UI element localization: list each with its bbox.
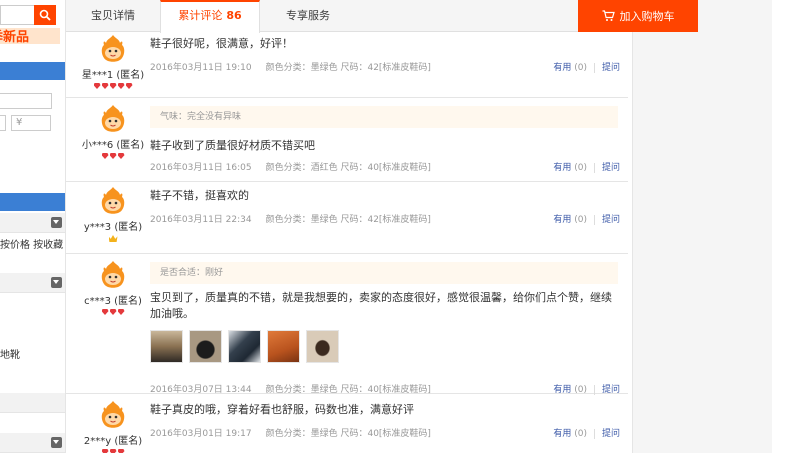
review-item: c***3 (匿名) 是否合适：刚好 宝贝到了，质量真的不错，就是我想要的，卖家…	[66, 254, 628, 395]
price-filter-input[interactable]	[0, 93, 52, 109]
review-date: 2016年03月11日 19:10	[150, 63, 252, 73]
username: y***3 (匿名)	[83, 222, 143, 233]
ask-button[interactable]: 提问	[602, 163, 620, 173]
review-actions: 有用 (0) 提问	[553, 60, 620, 73]
username: c***3 (匿名)	[84, 296, 142, 307]
review-photo[interactable]	[150, 330, 183, 363]
tab-services[interactable]: 专享服务	[260, 0, 356, 32]
cart-icon	[602, 10, 615, 21]
review-user: y***3 (匿名)	[66, 186, 160, 242]
review-content: 宝贝到了，质量真的不错，就是我想要的，卖家的态度很好，感觉很温馨，给你们点个赞，…	[150, 291, 612, 320]
avatar	[98, 400, 128, 430]
tab-item-details[interactable]: 宝贝详情	[66, 0, 160, 32]
review-date: 2016年03月11日 16:05	[150, 163, 252, 173]
review-user: 小***6 (匿名)	[66, 104, 160, 159]
review-content: 鞋子不错，挺喜欢的	[150, 189, 249, 202]
sidebar-section-header	[0, 62, 65, 80]
review-meta: 2016年03月01日 19:17 颜色分类：墨绿色 尺码：40[标准皮鞋码]	[150, 426, 431, 439]
category-link[interactable]: 地靴	[0, 346, 20, 361]
sidebar-dropdown-row[interactable]	[0, 433, 65, 453]
search-input[interactable]	[0, 5, 34, 25]
review-content: 鞋子很好呢，很满意，好评！	[150, 37, 293, 50]
dropdown-icon	[51, 217, 62, 228]
review-actions: 有用 (0) 提问	[553, 426, 620, 439]
review-meta: 2016年03月11日 19:10 颜色分类：墨绿色 尺码：42[标准皮鞋码]	[150, 60, 431, 73]
review-content: 鞋子真皮的哦，穿着好看也舒服，码数也准，满意好评	[150, 403, 414, 416]
user-level-badge	[66, 309, 160, 315]
search-icon	[39, 9, 51, 21]
dropdown-icon	[51, 277, 62, 288]
review-sku: 颜色分类：墨绿色 尺码：42[标准皮鞋码]	[265, 63, 431, 73]
review-meta: 2016年03月11日 22:34 颜色分类：墨绿色 尺码：42[标准皮鞋码]	[150, 212, 431, 225]
useful-button[interactable]: 有用 (0)	[553, 215, 587, 225]
sidebar-dropdown-row[interactable]	[0, 273, 65, 293]
review-item: 2***y (匿名) 鞋子真皮的哦，穿着好看也舒服，码数也准，满意好评 2016…	[66, 394, 628, 453]
right-pane	[632, 0, 772, 453]
review-tag: 气味：完全没有异味	[150, 106, 618, 128]
review-actions: 有用 (0) 提问	[553, 212, 620, 225]
username: 2***y (匿名)	[83, 436, 143, 447]
user-level-badge	[66, 235, 160, 242]
review-meta: 2016年03月11日 16:05 颜色分类：酒红色 尺码：40[标准皮鞋码]	[150, 160, 431, 173]
tab-bar: 宝贝详情 累计评论 86 专享服务 加入购物车	[66, 0, 698, 33]
review-date: 2016年03月01日 19:17	[150, 429, 252, 439]
review-sku: 颜色分类：酒红色 尺码：40[标准皮鞋码]	[265, 163, 431, 173]
review-content: 鞋子收到了质量很好材质不错买吧	[150, 139, 315, 152]
useful-button[interactable]: 有用 (0)	[553, 163, 587, 173]
review-item: 小***6 (匿名) 气味：完全没有异味 鞋子收到了质量很好材质不错买吧 201…	[66, 98, 628, 182]
review-sku: 颜色分类：墨绿色 尺码：40[标准皮鞋码]	[265, 429, 431, 439]
review-photo[interactable]	[228, 330, 261, 363]
sidebar-row	[0, 393, 65, 413]
user-level-badge	[66, 449, 160, 453]
price-min-input[interactable]	[0, 115, 6, 131]
dropdown-icon	[51, 437, 62, 448]
ask-button[interactable]: 提问	[602, 63, 620, 73]
ask-button[interactable]: 提问	[602, 429, 620, 439]
review-count: 86	[226, 9, 242, 22]
review-photos	[150, 330, 620, 363]
review-item: y***3 (匿名) 鞋子不错，挺喜欢的 2016年03月11日 22:34 颜色…	[66, 182, 628, 254]
promo-banner[interactable]: 季新品	[0, 28, 60, 44]
review-tag: 是否合适：刚好	[150, 262, 618, 284]
price-max-input[interactable]: ¥	[11, 115, 51, 131]
left-sidebar: 季新品 ¥ 按价格 按收藏 地靴	[0, 0, 66, 453]
avatar	[98, 104, 128, 134]
review-photo[interactable]	[306, 330, 339, 363]
sidebar-section-header-2	[0, 193, 65, 211]
review-sku: 颜色分类：墨绿色 尺码：42[标准皮鞋码]	[265, 215, 431, 225]
user-level-badge	[66, 83, 160, 89]
review-photo[interactable]	[189, 330, 222, 363]
review-user: 星***1 (匿名)	[66, 34, 160, 89]
sort-options[interactable]: 按价格 按收藏	[0, 236, 63, 251]
review-date: 2016年03月11日 22:34	[150, 215, 252, 225]
tab-reviews[interactable]: 累计评论 86	[160, 0, 260, 33]
review-item: 星***1 (匿名) 鞋子很好呢，很满意，好评！ 2016年03月11日 19:…	[66, 32, 628, 98]
review-user: c***3 (匿名)	[66, 260, 160, 315]
avatar	[98, 260, 128, 290]
avatar	[98, 186, 128, 216]
username: 星***1 (匿名)	[81, 70, 145, 81]
review-user: 2***y (匿名)	[66, 400, 160, 453]
add-to-cart-button[interactable]: 加入购物车	[578, 0, 698, 32]
useful-button[interactable]: 有用 (0)	[553, 63, 587, 73]
useful-button[interactable]: 有用 (0)	[553, 429, 587, 439]
avatar	[98, 34, 128, 64]
sidebar-dropdown-row[interactable]	[0, 213, 65, 233]
search-button[interactable]	[34, 5, 56, 25]
review-actions: 有用 (0) 提问	[553, 160, 620, 173]
username: 小***6 (匿名)	[81, 140, 145, 151]
user-level-badge	[66, 153, 160, 159]
ask-button[interactable]: 提问	[602, 215, 620, 225]
review-photo[interactable]	[267, 330, 300, 363]
